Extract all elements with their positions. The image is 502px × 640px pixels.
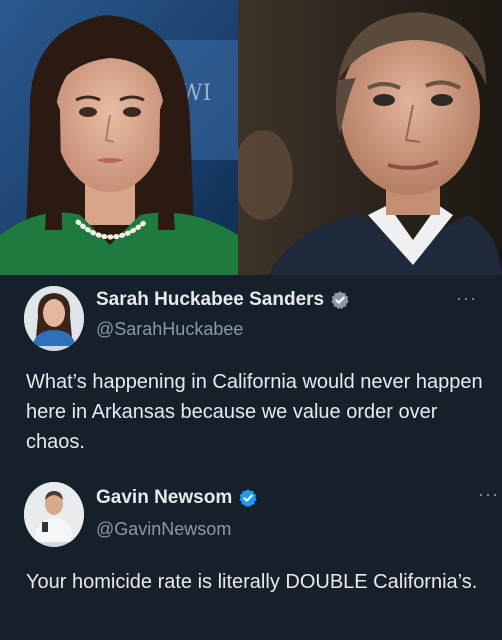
man-portrait-image xyxy=(238,0,502,275)
tweet-text: What’s happening in California would nev… xyxy=(26,371,483,453)
handle[interactable]: @SarahHuckabee xyxy=(96,319,243,340)
right-portrait-photo xyxy=(238,0,502,275)
avatar-man-icon xyxy=(24,482,84,542)
verified-badge-icon xyxy=(239,489,257,508)
tweet-1-name-row: Sarah Huckabee Sanders xyxy=(96,289,350,311)
display-name[interactable]: Gavin Newsom xyxy=(96,487,232,509)
tweet-thread: Sarah Huckabee Sanders @SarahHuckabee ··… xyxy=(0,275,502,640)
more-options-icon[interactable]: ··· xyxy=(478,485,499,503)
tweet-2-name-row: Gavin Newsom xyxy=(96,487,258,509)
left-portrait-photo: WI xyxy=(0,0,238,275)
photo-strip: WI xyxy=(0,0,502,275)
verified-badge-icon xyxy=(331,291,349,310)
avatar-gavin-newsom[interactable] xyxy=(24,482,84,547)
woman-portrait-image: WI xyxy=(0,0,238,275)
avatar-sarah-huckabee-sanders[interactable] xyxy=(24,286,84,351)
handle[interactable]: @GavinNewsom xyxy=(96,519,231,540)
more-options-icon[interactable]: ··· xyxy=(456,289,477,307)
display-name[interactable]: Sarah Huckabee Sanders xyxy=(96,289,324,311)
tweet-text: Your homicide rate is literally DOUBLE C… xyxy=(26,571,478,593)
avatar-woman-icon xyxy=(24,286,84,346)
